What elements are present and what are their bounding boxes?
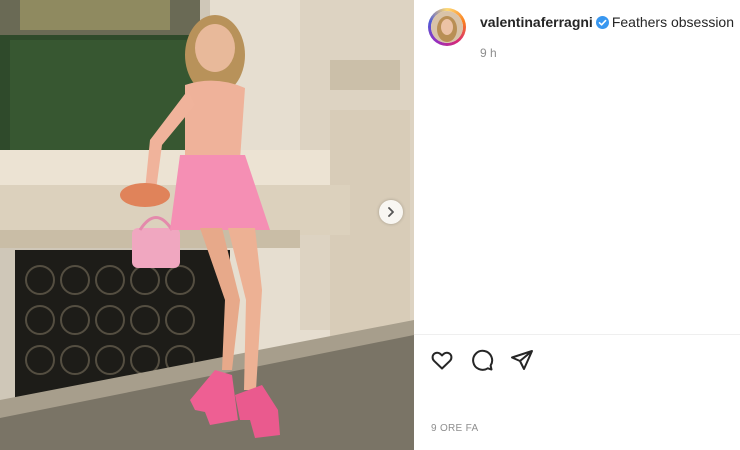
chevron-right-icon — [386, 207, 396, 217]
post-relative-time: 9 h — [480, 46, 497, 60]
avatar-image — [431, 11, 463, 43]
post-photo[interactable] — [0, 0, 414, 450]
divider — [414, 334, 740, 335]
post-header: valentinaferragni Feathers obsession 9 h — [414, 0, 740, 60]
action-bar — [430, 348, 536, 374]
caption-text: Feathers obsession — [611, 14, 735, 30]
heart-icon[interactable] — [430, 348, 456, 374]
username-link[interactable]: valentinaferragni — [480, 14, 593, 30]
verified-badge-icon — [595, 16, 609, 32]
comment-bubble-icon[interactable] — [470, 348, 496, 374]
post-timestamp[interactable]: 9 ORE FA — [431, 423, 478, 434]
avatar[interactable] — [428, 8, 466, 46]
next-photo-button[interactable] — [379, 200, 403, 224]
caption-line: valentinaferragni Feathers obsession — [480, 14, 740, 32]
post-image — [0, 0, 414, 450]
paper-plane-icon[interactable] — [510, 348, 536, 374]
post-sidebar: valentinaferragni Feathers obsession 9 h … — [414, 0, 740, 450]
